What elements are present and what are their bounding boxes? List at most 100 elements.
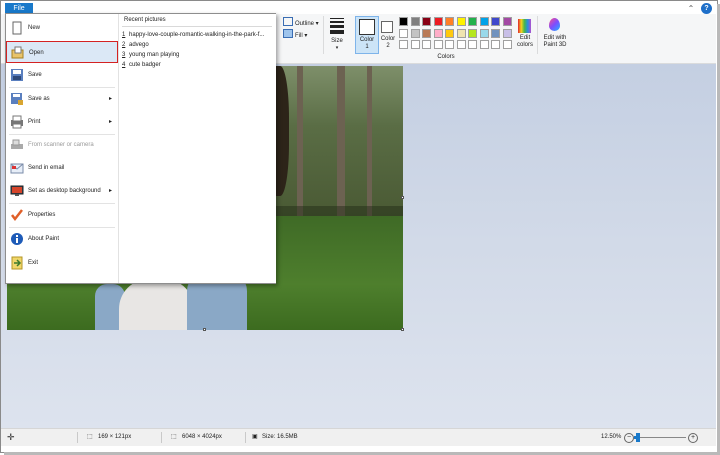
new-file-icon [10, 21, 24, 35]
palette-swatch[interactable] [433, 17, 443, 26]
image-dimensions: 6048 × 4024px [182, 434, 222, 440]
palette-swatch[interactable] [502, 17, 512, 26]
size-button[interactable]: Size ▾ [326, 16, 348, 52]
recent-picture-item[interactable]: 3 young man playing [122, 50, 179, 60]
palette-empty-swatch[interactable] [445, 40, 454, 49]
chevron-right-icon: ▸ [108, 96, 112, 102]
outline-button[interactable]: Outline ▾ [283, 17, 319, 27]
ribbon-collapse-icon[interactable]: ⌃ [685, 3, 697, 14]
palette-swatch[interactable] [502, 28, 512, 38]
recent-picture-item[interactable]: 4 cute badger [122, 60, 161, 70]
palette-swatch[interactable] [433, 28, 443, 38]
file-menu: New Open Save Save as ▸ Print ▸ From scanner or… [5, 13, 276, 284]
zoom-out-button[interactable]: − [624, 433, 634, 443]
menu-item-properties[interactable]: Properties [6, 204, 118, 226]
exit-icon [10, 256, 24, 270]
zoom-slider-track[interactable] [634, 437, 686, 438]
recent-picture-name: young man playing [129, 52, 180, 58]
save-as-icon [10, 92, 24, 106]
menu-item-print[interactable]: Print ▸ [6, 111, 118, 133]
palette-swatch[interactable] [422, 17, 431, 26]
image-size-icon: ⬚ [171, 434, 177, 440]
menu-item-send-in-email[interactable]: Send in email [6, 157, 118, 179]
recent-picture-item[interactable]: 1 happy-love-couple-romantic-walking-in-t… [122, 30, 264, 40]
menu-item-label: From scanner or camera [28, 142, 94, 148]
palette-swatch[interactable] [399, 28, 408, 38]
palette-swatch[interactable] [422, 28, 431, 38]
help-icon[interactable]: ? [701, 3, 712, 14]
menu-item-from-scanner-or-camera: From scanner or camera [6, 134, 118, 156]
palette-empty-swatch[interactable] [433, 40, 443, 49]
edit-colors-label-2: colors [516, 42, 533, 48]
zoom-level: 12.50% [601, 434, 622, 440]
checkmark-icon [10, 208, 24, 222]
menu-item-new[interactable]: New [6, 17, 118, 39]
fill-button[interactable]: Fill ▾ [283, 29, 307, 39]
palette-empty-swatch[interactable] [502, 40, 512, 49]
menu-item-label: Save as [28, 96, 50, 102]
palette-swatch[interactable] [410, 28, 420, 38]
save-icon [10, 68, 24, 82]
menu-item-save-as[interactable]: Save as ▸ [6, 88, 118, 110]
color2-button[interactable]: Color 2 [377, 16, 399, 52]
recent-picture-number: 3 [122, 52, 126, 58]
menu-item-about-paint[interactable]: About Paint [6, 228, 118, 250]
edit-colors-icon [518, 19, 531, 33]
palette-empty-swatch[interactable] [410, 40, 420, 49]
palette-swatch[interactable] [491, 17, 500, 26]
palette-swatch[interactable] [456, 28, 466, 38]
color1-label: Color [359, 37, 375, 43]
colors-group-label: Colors [437, 54, 455, 60]
disk-icon: ▣ [252, 434, 258, 440]
edit-with-paint3d-button[interactable]: Edit with Paint 3D [542, 17, 568, 51]
edit-colors-button[interactable]: Edit colors [515, 17, 535, 51]
recent-picture-item[interactable]: 2 advego [122, 40, 149, 50]
palette-swatch[interactable] [445, 28, 454, 38]
palette-empty-swatch[interactable] [456, 40, 466, 49]
size-label: Size [331, 38, 343, 44]
menu-item-label: New [28, 25, 41, 31]
tree-trunk [367, 66, 372, 216]
fill-icon [283, 29, 293, 38]
palette-empty-swatch[interactable] [422, 40, 431, 49]
palette-swatch[interactable] [456, 17, 466, 26]
menu-item-exit[interactable]: Exit [6, 252, 118, 274]
palette-swatch[interactable] [491, 28, 500, 38]
status-separator [77, 432, 78, 443]
outline-icon [283, 17, 293, 26]
email-icon [10, 161, 24, 175]
menu-item-label: Set as desktop background [28, 188, 101, 194]
palette-swatch[interactable] [479, 28, 489, 38]
palette-swatch[interactable] [410, 17, 420, 26]
menu-item-label: Properties [28, 212, 56, 218]
zoom-in-button[interactable]: + [688, 433, 698, 443]
menu-item-open[interactable]: Open [6, 41, 118, 63]
menu-item-label: Save [28, 72, 42, 78]
resize-handle-right[interactable] [401, 196, 404, 199]
info-icon [10, 232, 24, 246]
palette-swatch[interactable] [468, 17, 477, 26]
selection-icon: ⬚ [87, 434, 93, 440]
menu-item-set-as-desktop-background[interactable]: Set as desktop background ▸ [6, 180, 118, 202]
palette-swatch[interactable] [445, 17, 454, 26]
cursor-position: 169 × 121px [98, 434, 132, 440]
recent-picture-name: advego [129, 42, 149, 48]
resize-handle-bottom[interactable] [203, 328, 206, 331]
recent-picture-name: happy-love-couple-romantic-walking-in-th… [129, 32, 265, 38]
palette-empty-swatch[interactable] [399, 40, 408, 49]
menu-item-label: Exit [28, 260, 39, 266]
open-folder-icon [11, 46, 25, 60]
palette-empty-swatch[interactable] [491, 40, 500, 49]
zoom-slider-thumb[interactable] [636, 433, 641, 442]
fill-label: Fill [295, 33, 303, 39]
color2-swatch [381, 21, 393, 33]
palette-empty-swatch[interactable] [479, 40, 489, 49]
palette-swatch[interactable] [468, 28, 477, 38]
chevron-right-icon: ▸ [108, 188, 112, 194]
resize-handle-corner[interactable] [401, 328, 404, 331]
palette-swatch[interactable] [399, 17, 408, 26]
palette-empty-swatch[interactable] [468, 40, 477, 49]
color1-button[interactable]: Color 1 [355, 16, 379, 54]
menu-item-save[interactable]: Save [6, 64, 118, 86]
palette-swatch[interactable] [479, 17, 489, 26]
